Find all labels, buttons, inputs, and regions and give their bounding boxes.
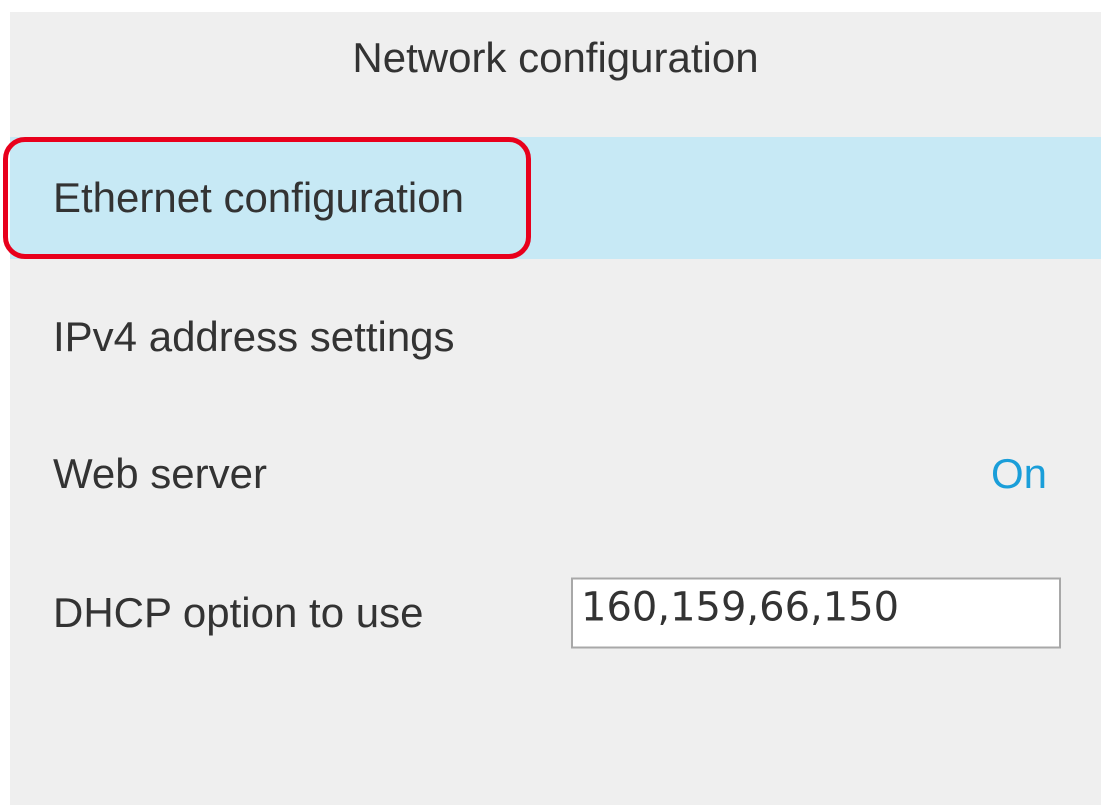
- menu-item-label: DHCP option to use: [53, 589, 424, 636]
- menu-item-label: IPv4 address settings: [53, 313, 455, 360]
- network-configuration-screen: Network configuration Ethernet configura…: [10, 12, 1101, 805]
- menu-item-dhcp-option[interactable]: DHCP option to use: [10, 552, 1101, 674]
- menu-item-web-server[interactable]: Web server On: [10, 413, 1101, 535]
- web-server-status-value: On: [990, 450, 1047, 497]
- menu-item-label: Web server: [53, 450, 267, 497]
- menu-item-ethernet-configuration[interactable]: Ethernet configuration: [10, 137, 1101, 259]
- menu-item-label: Ethernet configuration: [53, 174, 464, 221]
- page-title: Network configuration: [352, 34, 759, 81]
- dhcp-option-input[interactable]: [571, 577, 1061, 649]
- menu-item-ipv4-address-settings[interactable]: IPv4 address settings: [10, 276, 1101, 398]
